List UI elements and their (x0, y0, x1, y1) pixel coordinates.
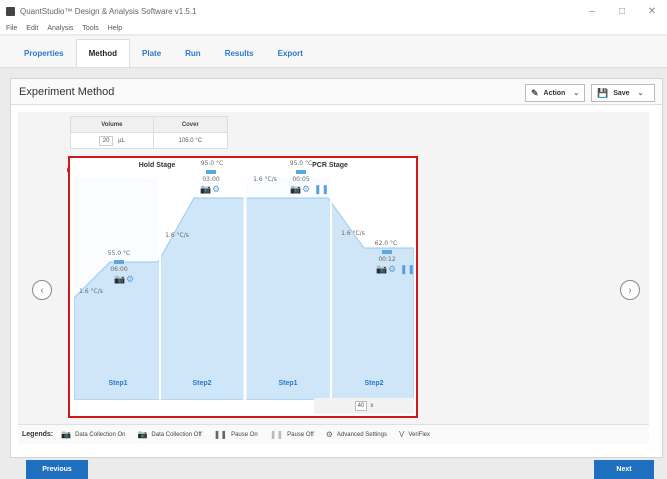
legend-pause-off: ❚❚ Pause Off (270, 430, 314, 439)
chevron-down-icon: ⌄ (637, 90, 644, 97)
legend-pause-on-label: Pause On (231, 431, 258, 438)
minimize-button[interactable]: – (577, 0, 607, 22)
edit-icon: ✎ (531, 87, 539, 98)
next-button[interactable]: Next (594, 460, 654, 479)
scroll-right-button[interactable]: › (620, 280, 640, 300)
legend-pause-off-label: Pause Off (287, 431, 314, 438)
camera-off-icon: 📷 (137, 430, 148, 439)
legend-data-off: 📷 Data Collection Off (137, 430, 201, 439)
action-button[interactable]: ✎ Action ⌄ (525, 84, 585, 102)
legend-veriflex-label: VeriFlex (408, 431, 430, 438)
menu-file[interactable]: File (6, 25, 17, 32)
veriflex-icon: V (398, 430, 405, 439)
window-controls: – □ ✕ (577, 0, 667, 22)
tab-method[interactable]: Method (75, 39, 131, 67)
volume-header: Volume (70, 116, 154, 133)
legend-data-off-label: Data Collection Off (151, 431, 202, 438)
panel-title: Experiment Method (19, 85, 115, 98)
legend-pause-on: ❚❚ Pause On (214, 430, 258, 439)
legend-data-on-label: Data Collection On (75, 431, 126, 438)
legend-advanced-label: Advanced Settings (336, 431, 387, 438)
close-button[interactable]: ✕ (637, 0, 667, 22)
tab-run[interactable]: Run (173, 39, 213, 67)
stages-highlight-frame (68, 156, 418, 418)
app-icon (6, 6, 15, 16)
tab-results[interactable]: Results (213, 39, 266, 67)
legend-title: Legends: (22, 431, 54, 438)
maximize-button[interactable]: □ (607, 0, 637, 22)
menu-edit[interactable]: Edit (26, 25, 38, 32)
action-label: Action (543, 89, 566, 97)
menu-analysis[interactable]: Analysis (47, 25, 73, 32)
reaction-settings-table: Volume Cover 20 µL 105.0 °C (70, 116, 229, 149)
legend-bar: Legends: 📷 Data Collection On 📷 Data Colle… (18, 424, 649, 444)
pause-icon: ❚❚ (213, 430, 228, 439)
tab-export[interactable]: Export (266, 39, 315, 67)
tab-plate[interactable]: Plate (130, 39, 173, 67)
volume-cell: 20 µL (70, 132, 154, 149)
scroll-left-button[interactable]: ‹ (32, 280, 52, 300)
menu-bar: File Edit Analysis Tools Help (0, 22, 667, 34)
cover-header: Cover (152, 116, 229, 133)
title-bar: QuantStudio™ Design & Analysis Software … (0, 0, 667, 22)
camera-icon: 📷 (61, 430, 72, 439)
workflow-tabs: Properties Method Plate Run Results Expo… (0, 36, 667, 68)
legend-veriflex: V VeriFlex (399, 430, 430, 439)
pause-off-icon: ❚❚ (269, 430, 284, 439)
previous-button[interactable]: Previous (26, 460, 88, 479)
save-label: Save (613, 89, 630, 97)
volume-field[interactable]: 20 (98, 135, 114, 146)
menu-tools[interactable]: Tools (82, 25, 98, 32)
cover-temperature[interactable]: 105.0 °C (152, 132, 229, 149)
tab-properties[interactable]: Properties (12, 39, 76, 67)
window-title: QuantStudio™ Design & Analysis Software … (20, 6, 197, 16)
gear-icon: ⚙ (325, 430, 333, 439)
legend-advanced: ⚙ Advanced Settings (326, 430, 387, 439)
chevron-down-icon: ⌄ (573, 90, 580, 97)
menu-help[interactable]: Help (108, 25, 122, 32)
save-icon: 💾 (597, 87, 609, 98)
volume-unit: µL (118, 137, 125, 144)
legend-data-on: 📷 Data Collection On (61, 430, 125, 439)
save-button[interactable]: 💾 Save ⌄ (591, 84, 655, 102)
